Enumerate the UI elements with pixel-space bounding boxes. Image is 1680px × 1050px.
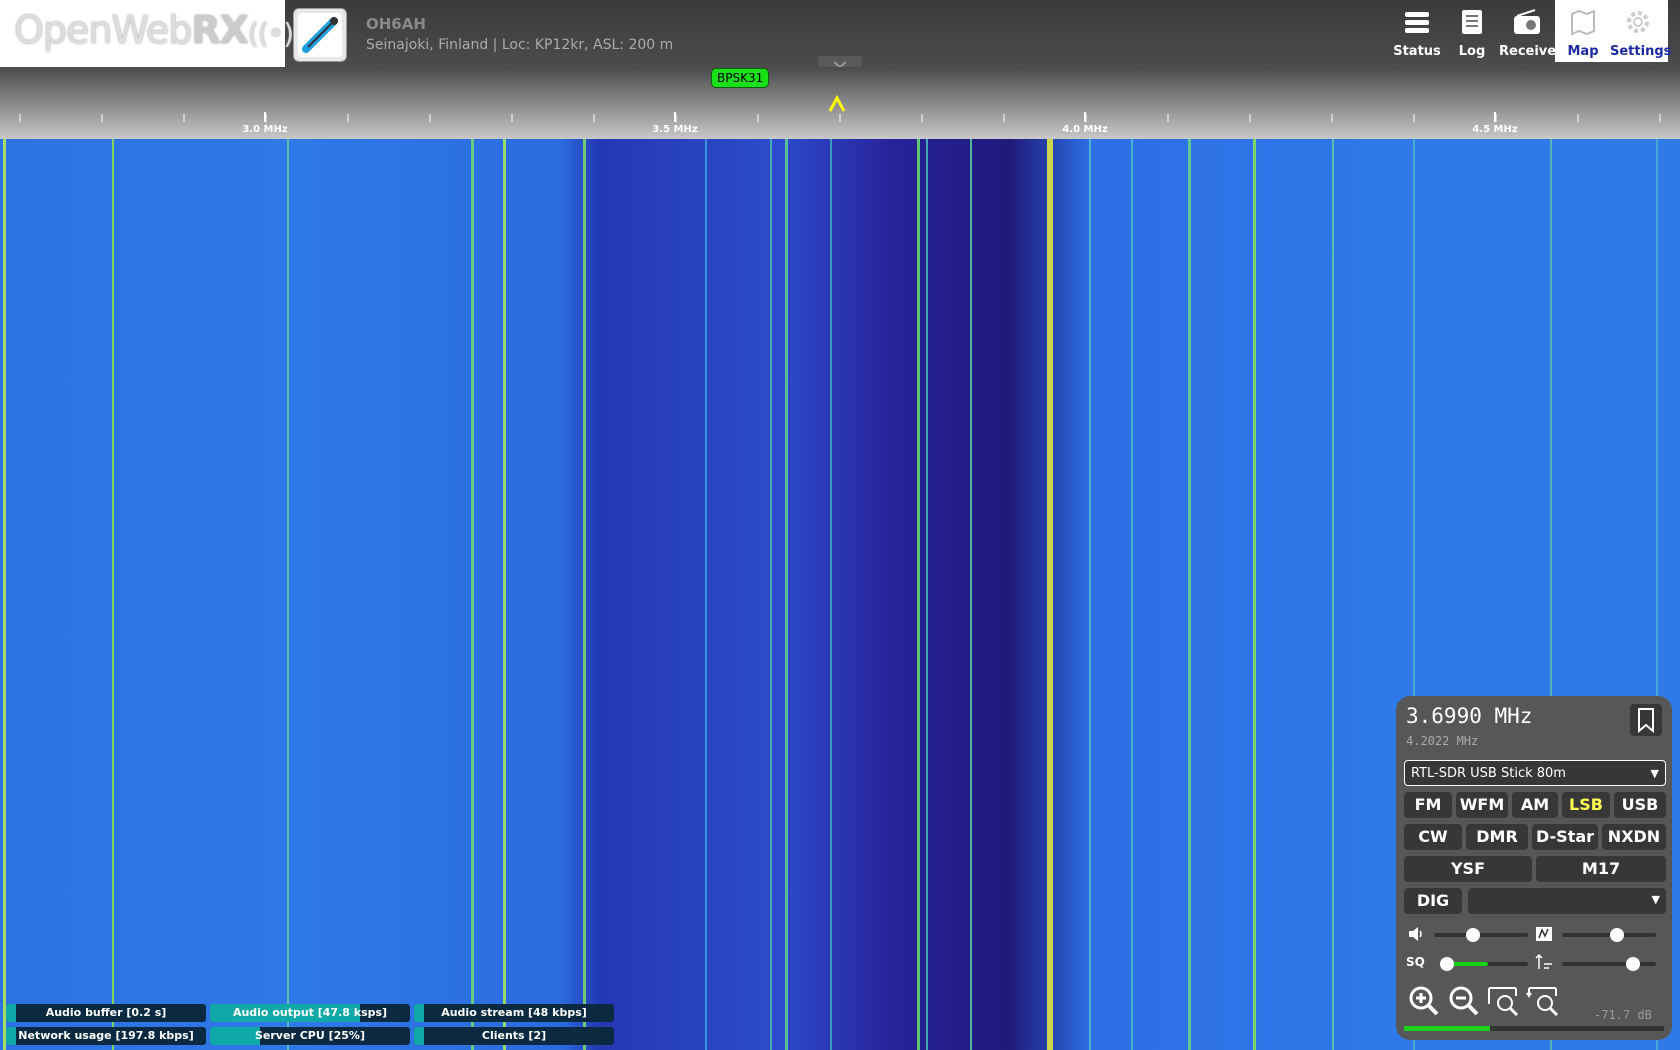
signal-trace (287, 139, 289, 1050)
frequency-display[interactable]: 3.6990 MHz (1406, 704, 1532, 728)
gain-slider[interactable] (1562, 957, 1656, 971)
map-icon (1571, 9, 1595, 36)
signal-trace (785, 139, 788, 1050)
nr-knob[interactable] (1610, 928, 1624, 942)
status-button[interactable]: Status (1389, 0, 1445, 62)
noise-reduction-icon[interactable] (1534, 924, 1554, 944)
receiver-description: Seinajoki, Finland | Loc: KP12kr, ASL: 2… (366, 37, 674, 53)
audio-output-bar: Audio output [47.8 ksps] (210, 1004, 410, 1022)
signal-trace (1253, 139, 1256, 1050)
digital-mode-select[interactable]: ▼ (1468, 888, 1666, 914)
scale-label-4-5: 4.5 MHz (1472, 124, 1518, 135)
radio-icon (1514, 9, 1540, 34)
smeter-bar (1404, 1026, 1664, 1031)
signal-trace (1332, 139, 1334, 1050)
chevron-down-icon: ▼ (1651, 893, 1660, 906)
profile-select[interactable]: RTL-SDR USB Stick 80m ▼ (1404, 760, 1666, 786)
signal-trace (1131, 139, 1133, 1050)
chevron-down-icon: ▼ (1650, 767, 1659, 780)
scale-label-3-5: 3.5 MHz (652, 124, 698, 135)
network-usage-bar: Network usage [197.8 kbps] (6, 1027, 206, 1045)
log-icon (1462, 10, 1482, 34)
log-button[interactable]: Log (1444, 0, 1500, 62)
signal-trace (770, 139, 772, 1050)
squelch-slider[interactable] (1440, 957, 1528, 971)
mode-usb-button[interactable]: USB (1614, 792, 1666, 818)
signal-trace (503, 139, 506, 1050)
mode-cw-button[interactable]: CW (1404, 824, 1462, 850)
signal-trace (917, 139, 920, 1050)
frequency-scale[interactable]: 3.0 MHz 3.5 MHz 4.0 MHz 4.5 MHz BPSK31 (0, 67, 1680, 139)
receiver-name: OH6AH (366, 15, 426, 33)
gear-icon (1627, 11, 1649, 33)
receiver-label: Receiver (1499, 44, 1563, 59)
signal-trace (1047, 139, 1053, 1050)
signal-trace (1089, 139, 1091, 1050)
status-icon (1405, 12, 1429, 33)
zoom-to-band-icon[interactable] (1486, 984, 1522, 1018)
signal-trace (3, 139, 6, 1050)
profile-value: RTL-SDR USB Stick 80m (1411, 766, 1566, 781)
receiver-button[interactable]: Receiver (1499, 0, 1563, 62)
mode-fm-button[interactable]: FM (1404, 792, 1452, 818)
map-button[interactable]: Map (1555, 0, 1611, 62)
signal-trace (1188, 139, 1191, 1050)
squelch-knob[interactable] (1440, 957, 1454, 971)
scale-label-3-0: 3.0 MHz (242, 124, 288, 135)
noise-reduction-slider[interactable] (1562, 928, 1656, 942)
offset-frequency: 4.2022 MHz (1406, 734, 1479, 748)
bookmark-button[interactable] (1630, 704, 1662, 736)
receiver-panel: 3.6990 MHz 4.2022 MHz RTL-SDR USB Stick … (1396, 696, 1672, 1040)
squelch-label[interactable]: SQ (1406, 955, 1425, 969)
signal-trace (926, 139, 928, 1050)
scale-label-4-0: 4.0 MHz (1062, 124, 1108, 135)
audio-buffer-bar: Audio buffer [0.2 s] (6, 1004, 206, 1022)
bookmark-bpsk31[interactable]: BPSK31 (711, 68, 770, 88)
receiver-avatar (293, 8, 347, 62)
volume-icon[interactable] (1406, 924, 1426, 944)
clients-bar: Clients [2] (414, 1027, 614, 1045)
mode-dstar-button[interactable]: D-Star (1532, 824, 1598, 850)
mode-dmr-button[interactable]: DMR (1466, 824, 1528, 850)
volume-knob[interactable] (1466, 928, 1480, 942)
top-bar: OpenWebRX((•)) OH6AH Seinajoki, Finland … (0, 0, 1680, 69)
mode-dig-button[interactable]: DIG (1404, 888, 1462, 914)
signal-trace (112, 139, 114, 1050)
status-label: Status (1393, 44, 1441, 59)
tuning-marker[interactable] (828, 94, 846, 112)
mode-nxdn-button[interactable]: NXDN (1602, 824, 1666, 850)
signal-trace (970, 139, 972, 1050)
bookmark-label: BPSK31 (717, 71, 764, 85)
zoom-out-icon[interactable] (1446, 984, 1482, 1018)
zoom-reset-icon[interactable] (1526, 984, 1562, 1018)
log-label: Log (1458, 44, 1486, 59)
map-label: Map (1567, 44, 1599, 59)
signal-trace (583, 139, 586, 1050)
signal-trace (705, 139, 707, 1050)
gain-icon[interactable] (1534, 952, 1554, 972)
server-cpu-bar: Server CPU [25%] (210, 1027, 410, 1045)
mode-lsb-button[interactable]: LSB (1562, 792, 1610, 818)
openwebrx-logo[interactable]: OpenWebRX((•)) (0, 0, 304, 67)
mode-wfm-button[interactable]: WFM (1456, 792, 1508, 818)
settings-button[interactable]: Settings (1610, 0, 1672, 62)
mode-ysf-button[interactable]: YSF (1404, 856, 1532, 882)
signal-trace (830, 139, 832, 1050)
logo-text: OpenWebRX((•)) (14, 8, 304, 52)
mode-am-button[interactable]: AM (1512, 792, 1558, 818)
audio-stream-bar: Audio stream [48 kbps] (414, 1004, 614, 1022)
mode-m17-button[interactable]: M17 (1536, 856, 1666, 882)
volume-slider[interactable] (1434, 928, 1528, 942)
settings-label: Settings (1610, 44, 1672, 59)
zoom-in-icon[interactable] (1406, 984, 1442, 1018)
bookmark-icon (1638, 708, 1654, 734)
smeter-readout: -71.7 dB (1594, 1008, 1652, 1022)
gain-knob[interactable] (1626, 957, 1640, 971)
signal-trace (471, 139, 474, 1050)
